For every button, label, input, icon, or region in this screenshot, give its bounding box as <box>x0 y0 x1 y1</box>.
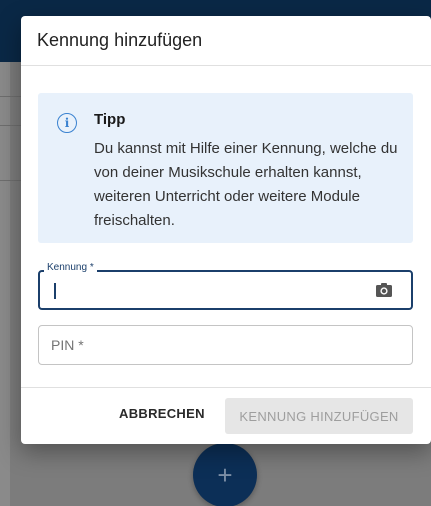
info-icon: i <box>57 113 77 133</box>
kennung-input[interactable] <box>38 270 413 310</box>
tip-text: Du kannst mit Hilfe einer Kennung, welch… <box>94 140 398 229</box>
dialog-header: Kennung hinzufügen <box>21 16 431 66</box>
add-fab-button[interactable]: + <box>193 443 257 506</box>
dialog-footer: ABBRECHEN KENNUNG HINZUFÜGEN <box>21 387 431 444</box>
pin-field[interactable] <box>51 326 351 364</box>
tip-title: Tipp <box>94 111 126 128</box>
add-kennung-button[interactable]: KENNUNG HINZUFÜGEN <box>225 398 413 434</box>
kennung-field[interactable] <box>52 272 352 308</box>
background-strip <box>0 62 10 506</box>
dialog-title: Kennung hinzufügen <box>37 30 203 50</box>
cancel-button[interactable]: ABBRECHEN <box>119 406 205 421</box>
add-kennung-dialog: Kennung hinzufügen i Tipp Du kannst mit … <box>21 16 431 444</box>
pin-input-container[interactable] <box>38 325 413 365</box>
camera-icon[interactable] <box>375 282 393 298</box>
tip-box: i Tipp Du kannst mit Hilfe einer Kennung… <box>38 93 413 243</box>
plus-icon: + <box>217 459 233 490</box>
kennung-label: Kennung * <box>44 262 97 273</box>
